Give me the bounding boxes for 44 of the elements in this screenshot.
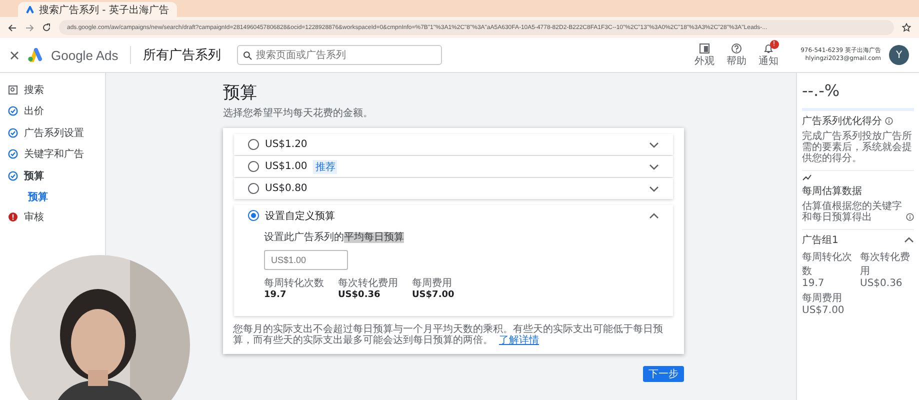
stat-value: 19.7 [264,290,288,300]
budget-input[interactable]: US$1.00 [264,250,348,270]
stat-label: 每次转化费用 [860,250,911,278]
option-label: 设置自定义预算 [265,210,335,222]
header-action[interactable]: 帮助 [724,42,749,68]
step-item[interactable]: 关键字和广告 [0,144,105,165]
step-item[interactable]: 广告系列设置 [0,122,105,144]
section-title: 预算 [223,82,258,104]
tab-title: 搜索广告系列 - 英子出海广告 [39,4,169,16]
avatar[interactable]: Y [889,45,909,65]
optimization-score: --.-% [802,81,914,111]
step-item[interactable]: 预算 [0,165,105,186]
option-label: US$0.80 [265,183,308,194]
stat-label: 每次转化费用 [338,276,398,290]
stat-label: 每周转化次数 [802,251,853,278]
score-title: 广告系列优化得分 [802,114,882,128]
option-label: US$1.00 [265,161,308,172]
stat-value: 19.7 [802,278,826,289]
step-item[interactable]: 审核 [0,206,105,228]
stat-value: US$0.36 [338,290,382,300]
stat-label: 每周费用 [802,292,843,305]
recommended-tag: 推荐 [313,160,338,174]
search-field[interactable]: 搜索页面或广告系列 [237,45,442,65]
option-label: US$1.20 [265,139,308,150]
browser-tab[interactable]: 搜索广告系列 - 英子出海广告 [18,2,177,17]
budget-prompt: 设置此广告系列的平均每日预算 [264,230,405,244]
ad-group-title: 广告组1 [802,234,838,247]
product-name: Google Ads [51,48,118,62]
stat-value: US$0.36 [860,278,904,289]
score-description: 完成广告系列投放广告所需的要素后，系统就会提供您的得分。 [802,131,914,171]
next-button[interactable]: 下一步 [643,366,684,382]
estimate-description: 估算值根据您的关键字和每日预算得出 [802,201,903,223]
stat-label: 每周转化次数 [264,277,324,290]
stat-label: 每周费用 [412,276,453,290]
budget-note: 您每月的实际支出不会超过每日预算与一个月平均天数的乘积。有些天的实际支出可能低于每日预算，而有些天的实际支出最多可能会达到每日预算的两倍。 了解详情 [232,322,664,346]
stat-value: US$7.00 [412,290,454,300]
section-subtitle: 选择您希望平均每天花费的金额。 [223,106,374,120]
estimate-title: 每周估算数据 [802,185,863,198]
stat-value: US$7.00 [802,305,846,316]
learn-more-link[interactable]: 了解详情 [499,335,539,346]
step-item[interactable]: 搜索 [0,79,105,100]
page-title: 所有广告系列 [130,46,222,64]
step-item[interactable]: 出价 [0,100,105,122]
header-action[interactable]: 外观 [692,42,717,68]
